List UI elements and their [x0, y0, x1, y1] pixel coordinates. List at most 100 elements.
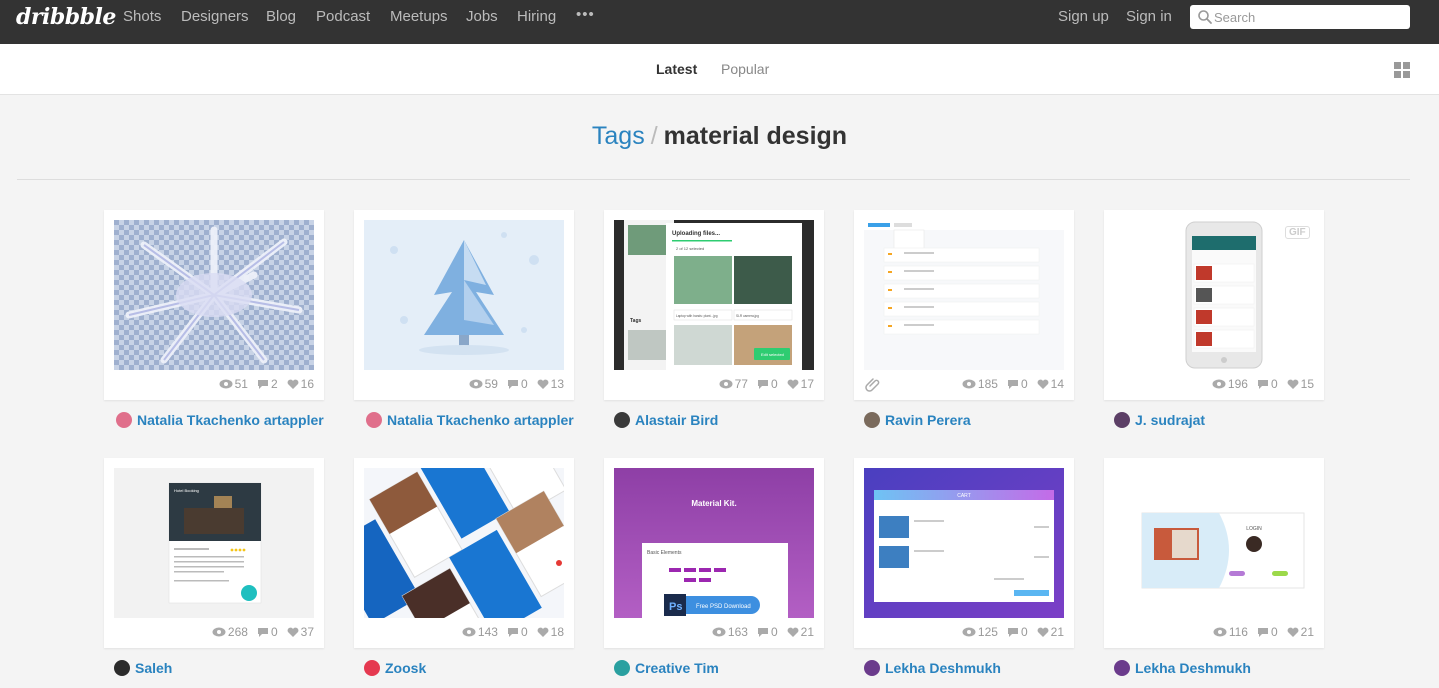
likes-count[interactable]: 21	[787, 625, 814, 639]
snowflake-feathers-image	[114, 220, 314, 370]
shot-thumbnail[interactable]: Uploading files... 2 of 12 selected Lapt…	[614, 220, 814, 370]
eye-icon	[962, 627, 976, 637]
shot-card[interactable]: GIF 196 0 15	[1104, 210, 1324, 400]
christmas-tree-image	[364, 220, 564, 370]
views-count: 59	[469, 377, 498, 391]
views-count: 51	[219, 377, 248, 391]
shot-card[interactable]: 143 0 18	[354, 458, 574, 648]
nav-podcast[interactable]: Podcast	[316, 8, 370, 25]
likes-count[interactable]: 21	[1037, 625, 1064, 639]
views-count: 77	[719, 377, 748, 391]
avatar	[614, 412, 630, 428]
svg-text:Laptop with hands: plant...jpg: Laptop with hands: plant...jpg	[676, 314, 718, 318]
shot-thumbnail[interactable]	[114, 220, 314, 370]
shot-card[interactable]: LOGIN 116 0 21	[1104, 458, 1324, 648]
shot-author-link[interactable]: Natalia Tkachenko artappler	[116, 412, 324, 428]
nav-blog[interactable]: Blog	[266, 8, 296, 25]
likes-count[interactable]: 18	[537, 625, 564, 639]
shot-thumbnail[interactable]: Hotel Booking	[114, 468, 314, 618]
sign-in-link[interactable]: Sign in	[1126, 8, 1172, 25]
sign-up-link[interactable]: Sign up	[1058, 8, 1109, 25]
search-input[interactable]	[1214, 8, 1404, 26]
likes-count[interactable]: 16	[287, 377, 314, 391]
svg-text:Edit selected: Edit selected	[761, 352, 784, 357]
heart-icon	[1287, 627, 1299, 637]
shot-author-link[interactable]: Saleh	[114, 660, 172, 676]
likes-count[interactable]: 17	[787, 377, 814, 391]
comment-icon	[257, 627, 268, 637]
shot-card[interactable]: CART 125 0 21	[854, 458, 1074, 648]
avatar	[864, 412, 880, 428]
comments-count: 0	[507, 377, 528, 391]
eye-icon	[469, 379, 483, 389]
comments-count: 2	[257, 377, 278, 391]
comments-count: 0	[507, 625, 528, 639]
filter-bar: Latest Popular	[0, 44, 1439, 95]
nav-hiring[interactable]: Hiring	[517, 8, 556, 25]
comment-icon	[257, 379, 268, 389]
nav-designers[interactable]: Designers	[181, 8, 249, 25]
nav-shots[interactable]: Shots	[123, 8, 161, 25]
likes-count[interactable]: 13	[537, 377, 564, 391]
shot-thumbnail[interactable]	[1114, 220, 1314, 370]
comments-count: 0	[1007, 625, 1028, 639]
shot-author-link[interactable]: Zoosk	[364, 660, 426, 676]
shot-author-link[interactable]: Natalia Tkachenko artappler	[366, 412, 574, 428]
heart-icon	[1037, 627, 1049, 637]
tab-latest[interactable]: Latest	[656, 61, 697, 77]
shot-card[interactable]: 185 0 14	[854, 210, 1074, 400]
likes-count[interactable]: 37	[287, 625, 314, 639]
comments-count: 0	[257, 625, 278, 639]
svg-text:Free PSD Download: Free PSD Download	[696, 604, 751, 610]
shot-author-link[interactable]: Lekha Deshmukh	[864, 660, 1001, 676]
svg-text:Hotel Booking: Hotel Booking	[174, 488, 199, 493]
shot-card[interactable]: 59 0 13	[354, 210, 574, 400]
likes-count[interactable]: 14	[1037, 377, 1064, 391]
shot-thumbnail[interactable]: Material Kit. Basic Elements Ps Free PSD…	[614, 468, 814, 618]
comments-count: 0	[1257, 625, 1278, 639]
comment-icon	[507, 379, 518, 389]
shot-author-link[interactable]: Creative Tim	[614, 660, 719, 676]
tab-popular[interactable]: Popular	[721, 61, 769, 77]
shot-author-link[interactable]: Lekha Deshmukh	[1114, 660, 1251, 676]
shot-card[interactable]: 51 2 16	[104, 210, 324, 400]
more-menu-icon[interactable]: •••	[576, 6, 595, 23]
shot-thumbnail[interactable]	[364, 220, 564, 370]
avatar	[364, 660, 380, 676]
search-icon	[1198, 10, 1212, 24]
shot-card[interactable]: Material Kit. Basic Elements Ps Free PSD…	[604, 458, 824, 648]
avatar	[864, 660, 880, 676]
nav-jobs[interactable]: Jobs	[466, 8, 498, 25]
attachment-icon[interactable]	[864, 376, 880, 392]
avatar	[114, 660, 130, 676]
shot-thumbnail[interactable]	[364, 468, 564, 618]
shot-thumbnail[interactable]	[864, 220, 1064, 370]
comments-count: 0	[1007, 377, 1028, 391]
eye-icon	[462, 627, 476, 637]
dating-app-screens-image	[364, 468, 564, 618]
heart-icon	[537, 379, 549, 389]
shot-thumbnail[interactable]: CART	[864, 468, 1064, 618]
grid-view-icon[interactable]	[1394, 62, 1410, 78]
comments-count: 0	[757, 625, 778, 639]
likes-count[interactable]: 15	[1287, 377, 1314, 391]
shot-card[interactable]: Uploading files... 2 of 12 selected Lapt…	[604, 210, 824, 400]
shot-card[interactable]: Hotel Booking 268 0 37	[104, 458, 324, 648]
shot-author-link[interactable]: Ravin Perera	[864, 412, 971, 428]
breadcrumb-tags-link[interactable]: Tags	[592, 122, 645, 150]
shot-author-link[interactable]: Alastair Bird	[614, 412, 718, 428]
material-kit-image: Material Kit. Basic Elements Ps Free PSD…	[614, 468, 814, 618]
svg-text:2 of 12 selected: 2 of 12 selected	[676, 246, 704, 251]
shot-thumbnail[interactable]: LOGIN	[1114, 468, 1314, 618]
gif-badge: GIF	[1285, 226, 1310, 239]
top-navbar: dribbble Shots Designers Blog Podcast Me…	[0, 0, 1439, 44]
dribbble-logo[interactable]: dribbble	[16, 4, 116, 30]
views-count: 163	[712, 625, 748, 639]
shot-author-link[interactable]: J. sudrajat	[1114, 412, 1205, 428]
comments-count: 0	[1257, 377, 1278, 391]
breadcrumb-separator: /	[650, 122, 658, 150]
likes-count[interactable]: 21	[1287, 625, 1314, 639]
avatar	[614, 660, 630, 676]
svg-text:CART: CART	[957, 493, 971, 499]
nav-meetups[interactable]: Meetups	[390, 8, 448, 25]
